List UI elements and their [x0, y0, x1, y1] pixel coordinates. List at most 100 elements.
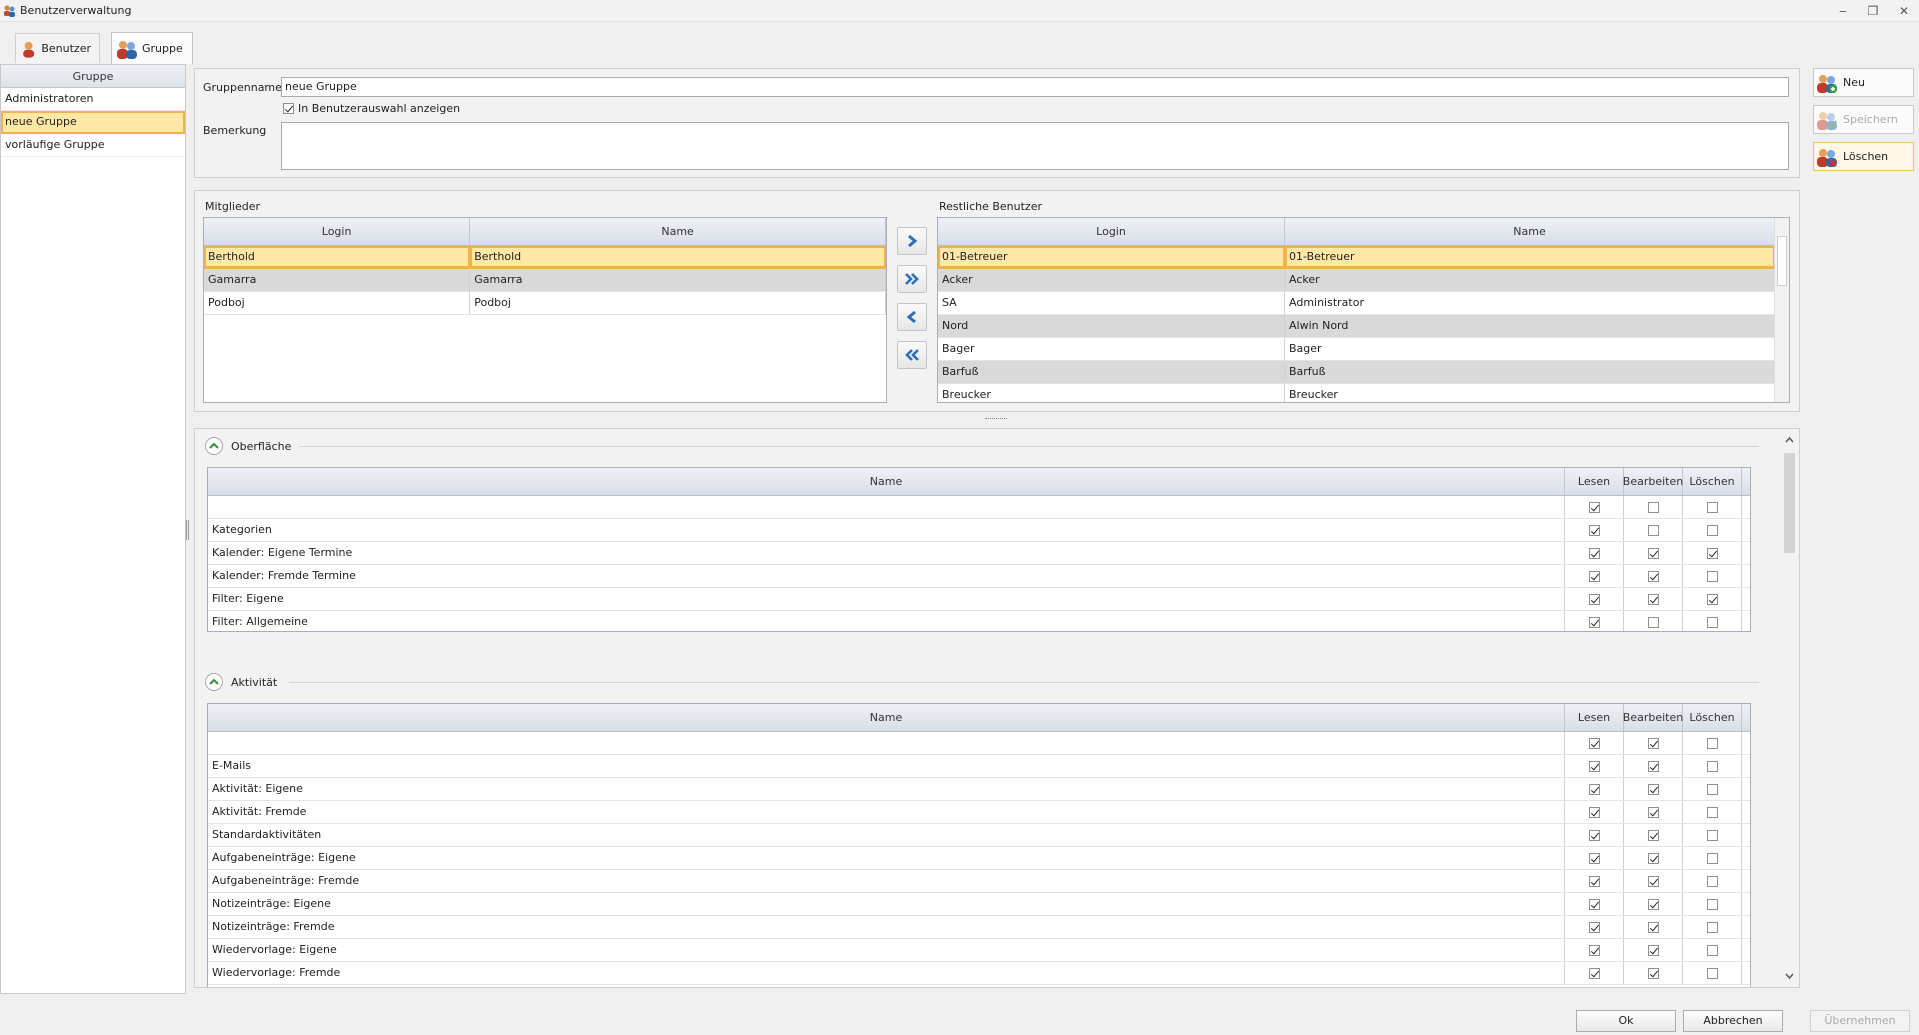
permission-delete-checkbox[interactable] [1706, 524, 1718, 536]
permission-delete-checkbox[interactable] [1706, 737, 1718, 749]
permission-read-checkbox[interactable] [1588, 616, 1600, 628]
permission-delete-checkbox[interactable] [1706, 921, 1718, 933]
permission-edit-checkbox[interactable] [1647, 829, 1659, 841]
permission-delete-checkbox[interactable] [1706, 616, 1718, 628]
permission-edit-checkbox[interactable] [1647, 524, 1659, 536]
permission-read-checkbox[interactable] [1588, 921, 1600, 933]
others-scrollbar[interactable] [1774, 218, 1789, 402]
show-in-selection-option[interactable]: In Benutzerauswahl anzeigen [283, 102, 460, 115]
restore-button[interactable]: ❐ [1862, 3, 1884, 19]
permission-edit-checkbox[interactable] [1647, 593, 1659, 605]
scroll-thumb[interactable] [1777, 236, 1787, 286]
permission-delete-checkbox[interactable] [1706, 501, 1718, 513]
table-row[interactable]: Gamarra Gamarra [204, 269, 886, 292]
permission-read-checkbox[interactable] [1588, 593, 1600, 605]
remove-member-button[interactable] [897, 303, 927, 331]
permission-row[interactable]: Notizeinträge: Eigene [208, 893, 1750, 916]
permission-delete-checkbox[interactable] [1706, 898, 1718, 910]
ok-button[interactable]: Ok [1576, 1010, 1676, 1032]
minimize-button[interactable]: ‒ [1832, 3, 1854, 19]
permission-delete-checkbox[interactable] [1706, 944, 1718, 956]
permission-edit-checkbox[interactable] [1647, 547, 1659, 559]
delete-button[interactable]: Löschen [1813, 142, 1914, 171]
col-lesen[interactable]: Lesen [1565, 704, 1624, 731]
add-all-members-button[interactable] [897, 265, 927, 293]
permission-read-checkbox[interactable] [1588, 737, 1600, 749]
permission-read-checkbox[interactable] [1588, 806, 1600, 818]
group-item-vorlaeufige-gruppe[interactable]: vorläufige Gruppe [1, 134, 185, 157]
permission-edit-checkbox[interactable] [1647, 852, 1659, 864]
close-button[interactable]: ✕ [1893, 3, 1915, 19]
permission-read-checkbox[interactable] [1588, 547, 1600, 559]
permission-edit-checkbox[interactable] [1647, 898, 1659, 910]
permission-read-checkbox[interactable] [1588, 501, 1600, 513]
scroll-up-icon[interactable] [1782, 435, 1797, 445]
permission-edit-checkbox[interactable] [1647, 944, 1659, 956]
apply-button[interactable]: Übernehmen [1810, 1010, 1910, 1032]
permission-delete-checkbox[interactable] [1706, 760, 1718, 772]
group-item-administratoren[interactable]: Administratoren [1, 88, 185, 111]
permission-row[interactable]: Filter: Allgemeine [208, 611, 1750, 631]
permission-row[interactable]: Wiedervorlage: Fremde [208, 962, 1750, 985]
others-col-login[interactable]: Login [938, 218, 1285, 245]
scroll-down-icon[interactable] [1782, 971, 1797, 981]
permission-edit-checkbox[interactable] [1647, 921, 1659, 933]
table-row[interactable]: Acker Acker [938, 269, 1789, 292]
permission-read-checkbox[interactable] [1588, 944, 1600, 956]
permission-row[interactable]: Aktivität: Eigene [208, 778, 1750, 801]
permission-delete-checkbox[interactable] [1706, 829, 1718, 841]
permission-edit-checkbox[interactable] [1647, 570, 1659, 582]
permission-delete-checkbox[interactable] [1706, 547, 1718, 559]
permission-row[interactable]: Aktivität: Fremde [208, 801, 1750, 824]
col-name[interactable]: Name [208, 704, 1565, 731]
permission-delete-checkbox[interactable] [1706, 967, 1718, 979]
permission-row[interactable]: Kalender: Eigene Termine [208, 542, 1750, 565]
permission-edit-checkbox[interactable] [1647, 967, 1659, 979]
table-row[interactable]: Bager Bager [938, 338, 1789, 361]
scroll-thumb[interactable] [1784, 453, 1795, 553]
permission-edit-checkbox[interactable] [1647, 616, 1659, 628]
permissions-scrollbar[interactable] [1782, 433, 1797, 983]
collapse-icon[interactable] [205, 437, 223, 455]
permission-edit-checkbox[interactable] [1647, 806, 1659, 818]
permission-row[interactable]: Filter: Eigene [208, 588, 1750, 611]
permission-read-checkbox[interactable] [1588, 898, 1600, 910]
permission-row[interactable]: Aufgabeneinträge: Eigene [208, 847, 1750, 870]
permission-read-checkbox[interactable] [1588, 570, 1600, 582]
col-lesen[interactable]: Lesen [1565, 468, 1624, 495]
permission-edit-checkbox[interactable] [1647, 737, 1659, 749]
remove-all-members-button[interactable] [897, 341, 927, 369]
permission-row[interactable]: Kategorien [208, 519, 1750, 542]
cancel-button[interactable]: Abbrechen [1683, 1010, 1783, 1032]
add-member-button[interactable] [897, 227, 927, 255]
members-col-login[interactable]: Login [204, 218, 471, 245]
col-bearbeiten[interactable]: Bearbeiten [1623, 704, 1683, 731]
permission-read-checkbox[interactable] [1588, 524, 1600, 536]
permission-read-checkbox[interactable] [1588, 852, 1600, 864]
save-button[interactable]: Speichern [1813, 105, 1914, 134]
col-loeschen[interactable]: Löschen [1683, 704, 1742, 731]
permission-row[interactable] [208, 732, 1750, 755]
permission-row[interactable]: Aufgabeneinträge: Fremde [208, 870, 1750, 893]
permission-read-checkbox[interactable] [1588, 760, 1600, 772]
table-row[interactable]: 01-Betreuer 01-Betreuer [938, 246, 1789, 269]
permission-read-checkbox[interactable] [1588, 829, 1600, 841]
members-col-name[interactable]: Name [470, 218, 886, 245]
permission-edit-checkbox[interactable] [1647, 875, 1659, 887]
new-button[interactable]: Neu [1813, 68, 1914, 97]
col-name[interactable]: Name [208, 468, 1565, 495]
group-name-input[interactable]: neue Gruppe [281, 77, 1789, 97]
permission-row[interactable]: E-Mails [208, 755, 1750, 778]
show-in-selection-checkbox[interactable] [283, 103, 294, 114]
permission-delete-checkbox[interactable] [1706, 806, 1718, 818]
permission-row[interactable]: Notizeinträge: Fremde [208, 916, 1750, 939]
permission-delete-checkbox[interactable] [1706, 593, 1718, 605]
remark-textarea[interactable] [281, 122, 1789, 170]
permission-delete-checkbox[interactable] [1706, 783, 1718, 795]
section-oberflaeche-header[interactable]: Oberfläche [205, 437, 291, 455]
tab-benutzer[interactable]: Benutzer [15, 33, 100, 63]
permission-row[interactable] [208, 496, 1750, 519]
permission-read-checkbox[interactable] [1588, 967, 1600, 979]
section-aktivitaet-header[interactable]: Aktivität [205, 673, 277, 691]
table-row[interactable]: Berthold Berthold [204, 246, 886, 269]
